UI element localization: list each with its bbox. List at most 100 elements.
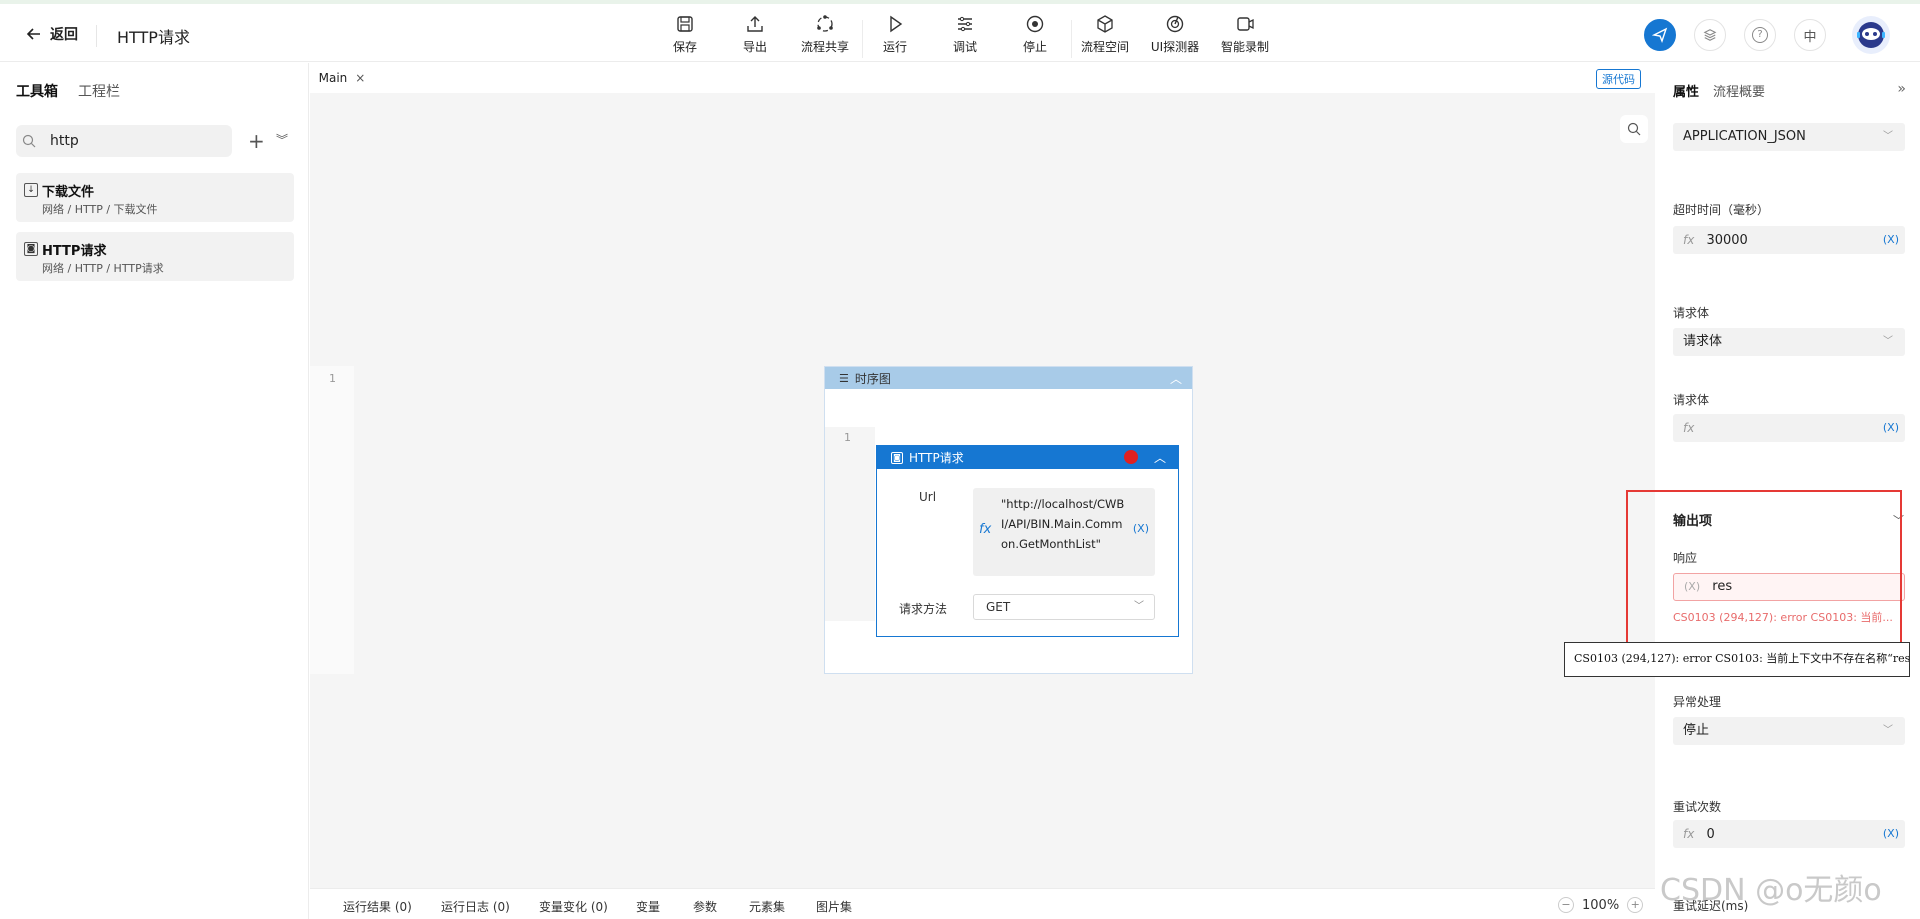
run-label: 运行 — [882, 40, 907, 54]
ui-detector-label: UI探测器 — [1150, 40, 1200, 54]
source-code-button[interactable]: 源代码 — [1596, 69, 1641, 89]
stop-button[interactable]: 停止 — [1000, 14, 1070, 55]
tab-main[interactable]: Main × — [310, 63, 374, 93]
save-button[interactable]: 保存 — [650, 14, 720, 55]
tab-variables[interactable]: 变量 — [636, 898, 660, 915]
activity-title: HTTP请求 — [909, 451, 964, 465]
chevron-down-icon: ﹀ — [1883, 336, 1893, 347]
cube-icon — [1097, 15, 1113, 33]
run-button[interactable]: 运行 — [860, 14, 930, 55]
url-value: "http://localhost/CWBI/API/BIN.Main.Comm… — [1001, 497, 1125, 551]
tab-variable-changes[interactable]: 变量变化 (0) — [539, 898, 608, 915]
http-icon: ◙ — [891, 451, 903, 464]
canvas-search-button[interactable] — [1620, 115, 1648, 143]
request-body-field[interactable]: fx (X) — [1673, 414, 1905, 442]
variable-icon[interactable]: (X) — [1133, 522, 1149, 535]
export-button[interactable]: 导出 — [720, 14, 790, 55]
variable-icon[interactable]: (X) — [1883, 820, 1899, 848]
back-button[interactable]: 返回 — [26, 24, 78, 44]
collapse-icon[interactable]: ︿ — [1170, 370, 1182, 387]
chevron-down-icon: ﹀ — [1134, 601, 1144, 612]
share-label: 流程共享 — [800, 40, 849, 54]
method-value: GET — [986, 600, 1011, 614]
http-request-activity[interactable]: ◙ HTTP请求 ︿ Url fx "http://localhost/CWBI… — [876, 445, 1179, 637]
debug-icon — [958, 16, 972, 32]
record-icon — [1237, 17, 1254, 31]
sequence-container[interactable]: ☰ 时序图 ︿ 1 ◙ HTTP请求 ︿ Url fx "http://loca… — [824, 366, 1193, 674]
page-title: HTTP请求 — [117, 28, 190, 47]
tab-run-log[interactable]: 运行日志 (0) — [441, 898, 510, 915]
tab-toolbox[interactable]: 工具箱 — [16, 81, 58, 101]
sequence-icon: ☰ — [839, 371, 849, 385]
share-button[interactable]: 流程共享 — [790, 14, 860, 55]
add-icon[interactable]: + — [248, 129, 265, 153]
download-icon: ↓ — [24, 183, 38, 197]
collapse-panel-icon[interactable]: » — [1897, 81, 1906, 97]
publish-button[interactable] — [1644, 19, 1676, 51]
avatar[interactable] — [1852, 16, 1890, 54]
tab-process-overview[interactable]: 流程概要 — [1713, 81, 1765, 100]
sequence-header[interactable]: ☰ 时序图 ︿ — [825, 367, 1192, 389]
request-body-select-value: 请求体 — [1683, 334, 1723, 349]
content-type-select[interactable]: APPLICATION_JSON ﹀ — [1673, 123, 1905, 151]
tab-parameters[interactable]: 参数 — [693, 898, 717, 915]
tab-element-sets[interactable]: 元素集 — [749, 898, 785, 915]
tab-properties[interactable]: 属性 — [1673, 81, 1699, 100]
retry-count-field[interactable]: fx 0 (X) — [1673, 820, 1905, 848]
collapse-icon[interactable]: ︿ — [1154, 449, 1166, 466]
detector-icon — [1166, 15, 1184, 33]
toolbox-item-title: 下载文件 — [42, 185, 95, 200]
bottom-panel-tabs: 运行结果 (0) 运行日志 (0) 变量变化 (0) 变量 参数 元素集 图片集… — [310, 888, 1655, 919]
toolbox-item-http-request[interactable]: ◙ HTTP请求 网络 / HTTP / HTTP请求 — [16, 232, 294, 281]
stop-label: 停止 — [1022, 40, 1047, 54]
header: 返回 HTTP请求 保存 导出 流程共享 运行 调试 停止 流程空间 UI探测器… — [0, 4, 1920, 62]
request-body-label: 请求体 — [1673, 306, 1710, 320]
request-body-select[interactable]: 请求体 ﹀ — [1673, 328, 1905, 356]
activity-header[interactable]: ◙ HTTP请求 ︿ — [877, 446, 1178, 469]
retry-count-value: 0 — [1706, 827, 1715, 842]
variable-icon[interactable]: (X) — [1883, 414, 1899, 442]
stop-icon — [1026, 15, 1044, 33]
search-icon — [22, 134, 36, 148]
method-select[interactable]: GET ﹀ — [973, 594, 1155, 620]
timeout-field[interactable]: fx 30000 (X) — [1673, 226, 1905, 254]
zoom-level: 100% — [1582, 897, 1620, 913]
request-body-label-2: 请求体 — [1673, 393, 1710, 407]
exception-select[interactable]: 停止 ﹀ — [1673, 717, 1905, 745]
share-icon — [817, 15, 833, 32]
expand-all-icon[interactable]: ︾ — [276, 131, 288, 148]
url-field[interactable]: fx "http://localhost/CWBI/API/BIN.Main.C… — [973, 488, 1155, 576]
toolbox-search-input[interactable]: http — [16, 125, 232, 157]
help-icon: ? — [1752, 27, 1768, 43]
help-button[interactable]: ? — [1744, 19, 1776, 51]
ui-detector-button[interactable]: UI探测器 — [1140, 14, 1210, 55]
layers-button[interactable] — [1694, 19, 1726, 51]
toolbox-item-title: HTTP请求 — [42, 244, 107, 259]
sequence-gutter: 1 — [825, 427, 875, 621]
tab-project[interactable]: 工程栏 — [78, 81, 120, 101]
error-tooltip: CS0103 (294,127): error CS0103: 当前上下文中不存… — [1564, 642, 1910, 677]
close-icon[interactable]: × — [355, 71, 365, 85]
zoom-control: − 100% + — [1558, 897, 1644, 913]
tab-run-results[interactable]: 运行结果 (0) — [343, 898, 412, 915]
variable-icon[interactable]: (X) — [1883, 226, 1899, 254]
http-icon: ◙ — [24, 242, 38, 256]
process-space-button[interactable]: 流程空间 — [1070, 14, 1140, 55]
zoom-in-button[interactable]: + — [1627, 897, 1644, 913]
back-label: 返回 — [50, 27, 78, 43]
tab-image-sets[interactable]: 图片集 — [816, 898, 852, 915]
smart-record-button[interactable]: 智能录制 — [1210, 14, 1280, 55]
arrow-left-icon — [26, 28, 40, 40]
fx-icon[interactable]: fx — [979, 522, 991, 537]
zoom-out-button[interactable]: − — [1558, 897, 1574, 913]
send-icon — [1652, 27, 1668, 43]
save-icon — [677, 16, 693, 32]
fx-icon: fx — [1683, 421, 1695, 435]
save-label: 保存 — [672, 40, 697, 54]
exception-label: 异常处理 — [1673, 695, 1722, 709]
designer-canvas[interactable]: Main × 源代码 1 ☰ 时序图 ︿ 1 ◙ HTTP请求 ︿ Url fx — [310, 63, 1655, 888]
toolbox-item-download-file[interactable]: ↓ 下载文件 网络 / HTTP / 下载文件 — [16, 173, 294, 222]
fx-icon: fx — [1683, 827, 1695, 841]
language-button[interactable]: 中 — [1794, 19, 1826, 51]
debug-button[interactable]: 调试 — [930, 14, 1000, 55]
